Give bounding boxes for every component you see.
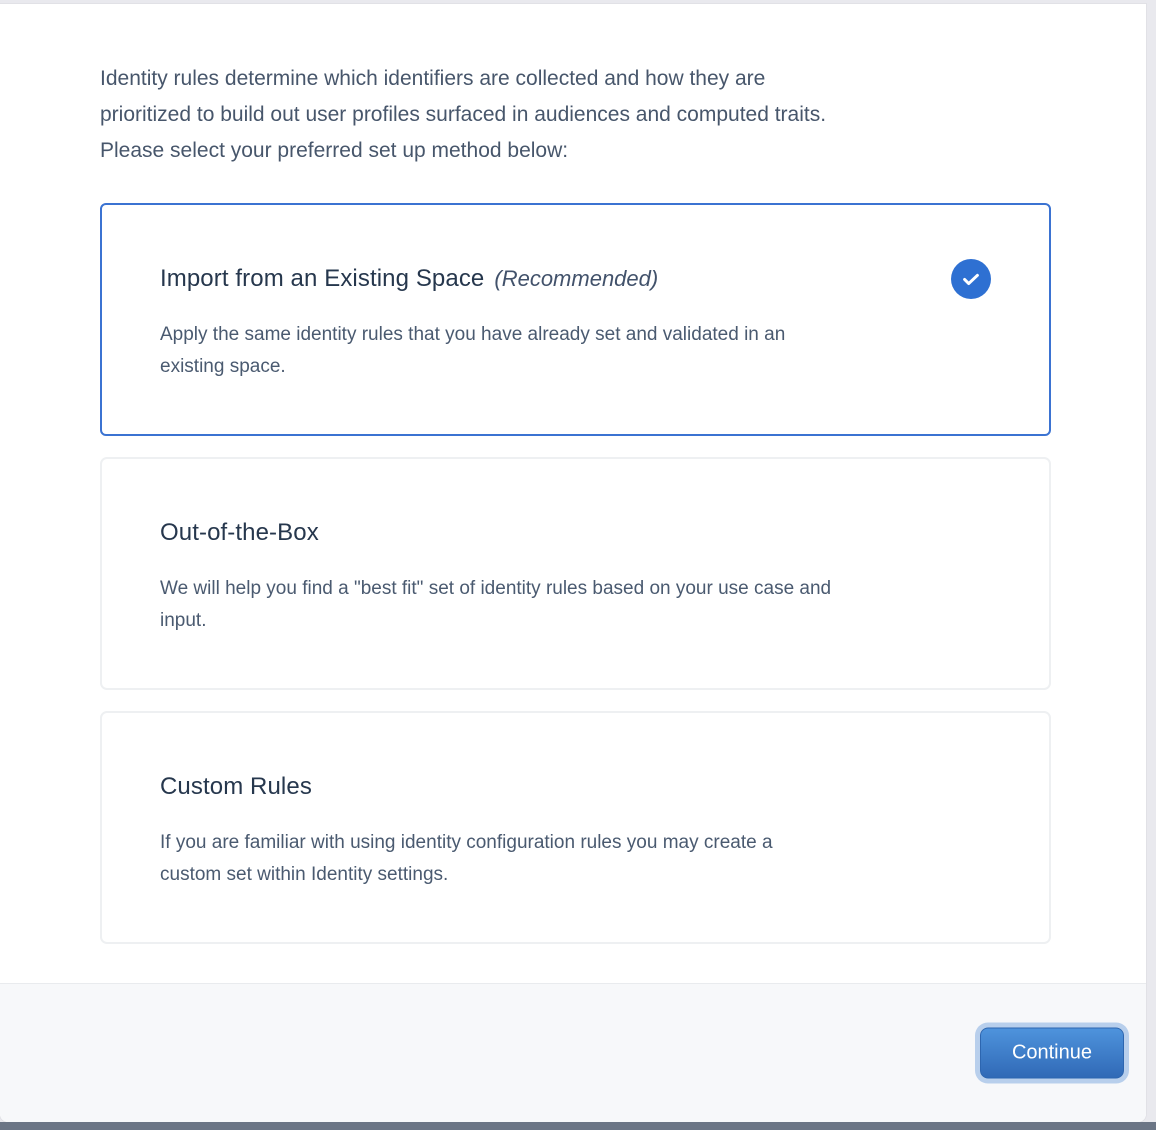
modal-footer: Continue [0, 983, 1146, 1122]
identity-setup-modal: Identity rules determine which identifie… [0, 4, 1146, 1122]
option-card-import-from-existing-space[interactable]: Import from an Existing Space (Recommend… [100, 203, 1051, 436]
intro-text: Identity rules determine which identifie… [100, 61, 1060, 169]
intro-line: prioritized to build out user profiles s… [100, 97, 1060, 133]
intro-line: Please select your preferred set up meth… [100, 133, 1060, 169]
option-description: If you are familiar with using identity … [160, 827, 991, 891]
recommended-badge: (Recommended) [494, 266, 658, 292]
option-title-group: Import from an Existing Space (Recommend… [160, 265, 658, 293]
option-title-group: Custom Rules [160, 773, 312, 801]
setup-method-options: Import from an Existing Space (Recommend… [100, 203, 1051, 944]
option-title: Custom Rules [160, 773, 312, 801]
continue-button[interactable]: Continue [980, 1028, 1124, 1079]
option-title: Out-of-the-Box [160, 519, 319, 547]
option-title: Import from an Existing Space [160, 265, 484, 293]
check-icon [951, 259, 991, 299]
option-description: We will help you find a "best fit" set o… [160, 573, 991, 637]
option-card-custom-rules[interactable]: Custom Rules If you are familiar with us… [100, 711, 1051, 944]
option-title-group: Out-of-the-Box [160, 519, 319, 547]
bottom-strip [0, 1122, 1156, 1130]
intro-line: Identity rules determine which identifie… [100, 61, 1060, 97]
option-card-header: Out-of-the-Box [160, 513, 991, 553]
option-card-out-of-the-box[interactable]: Out-of-the-Box We will help you find a "… [100, 457, 1051, 690]
option-description: Apply the same identity rules that you h… [160, 319, 991, 383]
option-card-header: Import from an Existing Space (Recommend… [160, 259, 991, 299]
option-card-header: Custom Rules [160, 767, 991, 807]
